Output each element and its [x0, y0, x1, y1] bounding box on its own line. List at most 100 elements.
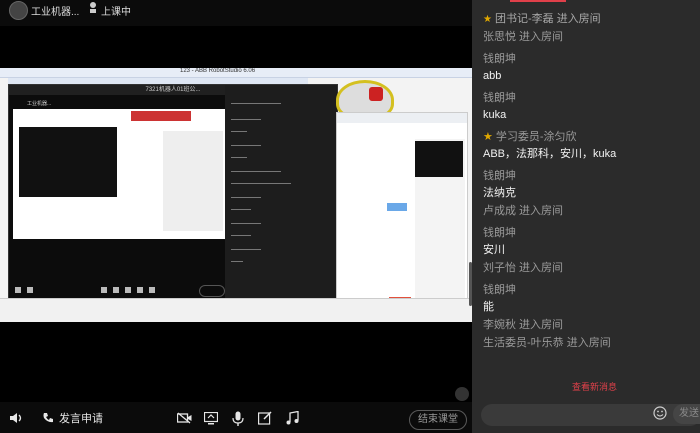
system-text: 卢成成 进入房间: [483, 205, 564, 217]
system-text: 生活委员-叶乐恭 进入房间: [483, 337, 611, 349]
chat-message: 钱朗坤 安川: [483, 225, 700, 259]
emoji-icon[interactable]: [653, 406, 667, 420]
nested-chat-line: [231, 209, 251, 210]
sender-name: 钱朗坤: [483, 227, 516, 239]
system-message-text: 张思悦 进入房间: [483, 28, 700, 46]
mic-indicator-icon: [455, 387, 469, 401]
nested-chat-line: [231, 249, 261, 250]
video-icon[interactable]: [176, 410, 192, 426]
sender-name: 钱朗坤: [483, 170, 516, 182]
mic-icon[interactable]: [230, 410, 246, 426]
nested-tab-2: [281, 87, 337, 95]
nested-dark-frame: [19, 127, 117, 197]
chat-message: ★ 学习委员-涂匀欣 ABB，法那科，安川，kuka: [483, 129, 700, 163]
nested-toolbar: [9, 283, 225, 299]
nested-chat-line: [231, 235, 251, 236]
message-sender: 钱朗坤: [483, 168, 700, 184]
sender-name: 钱朗坤: [483, 92, 516, 104]
qq-chat-window: [336, 112, 468, 314]
message-body: 能: [483, 301, 494, 313]
star-badge-icon: ★: [483, 14, 492, 25]
chat-message: 钱朗坤 kuka: [483, 90, 700, 124]
active-tab-indicator: [510, 0, 566, 2]
system-text: 张思悦 进入房间: [483, 31, 564, 43]
chat-message: 钱朗坤 abb: [483, 51, 700, 85]
message-body: ABB，法那科，安川，kuka: [483, 148, 617, 160]
end-class-button[interactable]: 结束课堂: [409, 410, 467, 430]
message-sender: 钱朗坤: [483, 282, 700, 298]
nested-chat-line: [231, 223, 261, 224]
nested-music-icon: [149, 287, 155, 293]
system-message-text: 卢成成 进入房间: [483, 202, 700, 220]
system-message-text: 生活委员-叶乐恭 进入房间: [483, 334, 700, 352]
nested-tab-1: [225, 87, 281, 95]
star-badge-icon: ★: [483, 131, 493, 143]
message-sender: 钱朗坤: [483, 225, 700, 241]
nested-screen-icon: [113, 287, 119, 293]
nested-video-icon: [101, 287, 107, 293]
nested-classroom-window: 7321机器人01班公... 工业机器...: [8, 84, 338, 300]
nested-chat-panel: [225, 85, 337, 299]
robotstudio-titlebar: 123 - ABB RobotStudio 6.06: [0, 68, 472, 78]
message-body: 法纳克: [483, 187, 516, 199]
robotstudio-statusbar: [0, 298, 472, 322]
system-text: 刘子怡 进入房间: [483, 262, 564, 274]
robotstudio-title: 123 - ABB RobotStudio 6.06: [180, 68, 256, 74]
system-message: 李婉秋 进入房间: [483, 316, 700, 334]
qq-chat-header: [337, 113, 467, 123]
chat-message-list[interactable]: ★ 团书记-李磊 进入房间 张思悦 进入房间 钱朗坤 abb 钱朗坤 kuka ★ 学习委员-涂…: [472, 10, 700, 352]
message-sender: 钱朗坤: [483, 90, 700, 106]
nested-speaker-icon: [15, 287, 21, 293]
nested-chat-line: [231, 103, 281, 104]
system-message: 生活委员-叶乐恭 进入房间: [483, 334, 700, 352]
nested-user-name: 工业机器...: [27, 101, 52, 107]
nested-list: [163, 131, 223, 231]
nested-edit-icon: [137, 287, 143, 293]
qq-video-thumb: [415, 141, 463, 177]
nested-chat-line: [231, 197, 261, 198]
top-bar: 工业机器... 上课中: [0, 0, 472, 26]
chat-message: 钱朗坤能: [483, 282, 700, 316]
bottom-toolbar: 发言申请 结束课堂: [0, 402, 472, 433]
apply-speak-label: 发言申请: [59, 413, 103, 425]
nested-phone-icon: [27, 287, 33, 293]
class-status: 上课中: [101, 7, 131, 18]
nested-video: [13, 109, 227, 239]
screen-share-icon[interactable]: [203, 410, 219, 426]
new-messages-link[interactable]: 查看新消息: [572, 380, 617, 393]
sender-name: 学习委员-涂匀欣: [495, 131, 577, 143]
nested-mic-icon: [125, 287, 131, 293]
sender-name: 钱朗坤: [483, 284, 516, 296]
user-name: 工业机器...: [31, 7, 80, 18]
nested-chat-line: [231, 261, 243, 262]
qq-chat-bubble: [387, 203, 407, 211]
phone-icon: [43, 413, 53, 423]
sender-name: 钱朗坤: [483, 53, 516, 65]
nested-chat-line: [231, 145, 261, 146]
nested-chat-line: [231, 157, 247, 158]
edit-icon[interactable]: [257, 410, 273, 426]
nested-chat-line: [231, 131, 247, 132]
chat-scrollbar[interactable]: [469, 262, 472, 306]
chat-input[interactable]: [481, 404, 700, 426]
system-message-text: ★ 团书记-李磊 进入房间: [483, 10, 700, 28]
chat-panel: ★ 团书记-李磊 进入房间 张思悦 进入房间 钱朗坤 abb 钱朗坤 kuka ★ 学习委员-涂…: [472, 0, 700, 433]
send-button[interactable]: 发送: [673, 404, 700, 424]
message-body: 安川: [483, 244, 505, 256]
music-icon[interactable]: [284, 410, 300, 426]
nested-chat-line: [231, 183, 291, 184]
apply-speak-button[interactable]: 发言申请: [42, 410, 103, 426]
message-sender: 钱朗坤: [483, 51, 700, 67]
system-text: 团书记-李磊 进入房间: [494, 13, 601, 25]
nested-chat-line: [231, 119, 261, 120]
system-message: ★ 团书记-李磊 进入房间: [483, 10, 700, 28]
speaker-icon[interactable]: [8, 410, 24, 426]
system-message-text: 李婉秋 进入房间: [483, 316, 700, 334]
nested-red-block: [131, 111, 191, 121]
system-message-text: 刘子怡 进入房间: [483, 259, 700, 277]
avatar[interactable]: [9, 1, 28, 20]
message-body: abb: [483, 70, 502, 82]
message-sender: ★ 学习委员-涂匀欣: [483, 129, 700, 145]
shared-screen-video: 123 - ABB RobotStudio 6.06 7321机器人01班公..…: [0, 68, 472, 322]
nested-chat-line: [231, 171, 281, 172]
